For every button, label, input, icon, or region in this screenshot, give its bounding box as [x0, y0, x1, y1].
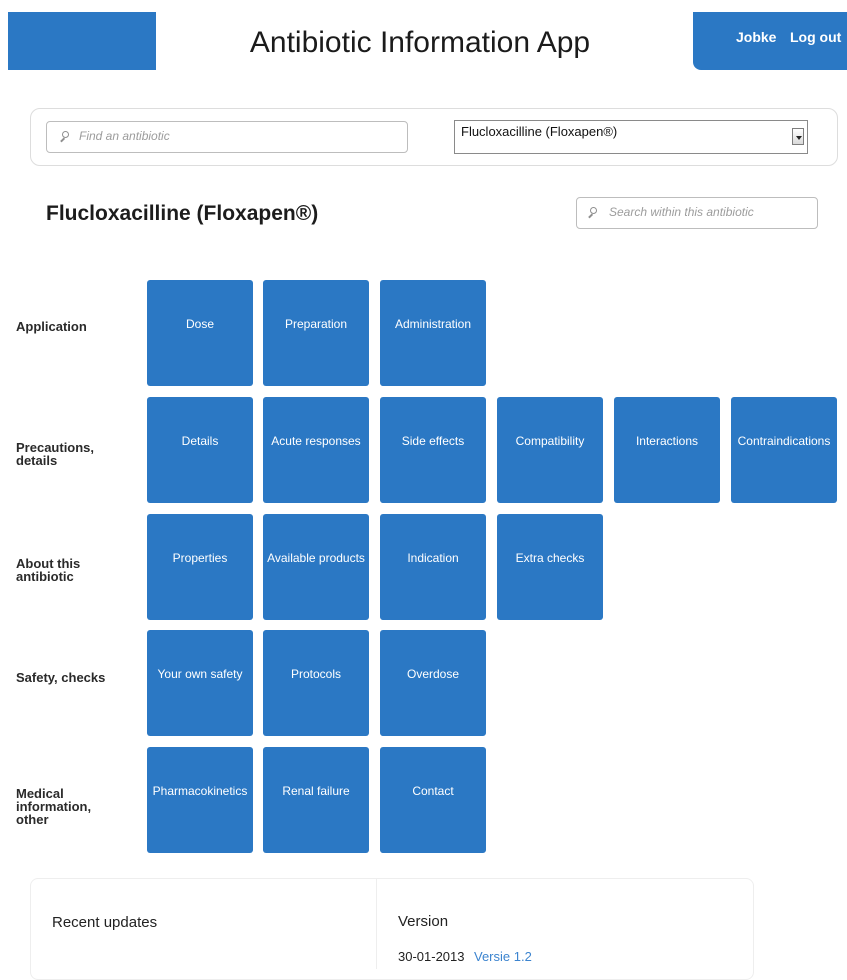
version-title: Version — [398, 913, 449, 930]
tile-details[interactable]: Details — [147, 397, 253, 503]
tile-protocols[interactable]: Protocols — [263, 630, 369, 736]
search-icon — [60, 131, 70, 141]
category-label-application: Application — [16, 319, 87, 334]
tile-contraindications[interactable]: Contraindications — [731, 397, 837, 503]
find-antibiotic-placeholder: Find an antibiotic — [79, 129, 170, 143]
user-menu-block: Jobke Log out — [693, 12, 847, 70]
user-name-link[interactable]: Jobke — [736, 29, 776, 45]
footer-divider — [376, 878, 377, 969]
tile-interactions[interactable]: Interactions — [614, 397, 720, 503]
search-within-placeholder: Search within this antibiotic — [609, 205, 754, 219]
tile-side-effects[interactable]: Side effects — [380, 397, 486, 503]
recent-updates-title: Recent updates — [52, 914, 158, 931]
search-icon — [588, 207, 598, 217]
tile-contact[interactable]: Contact — [380, 747, 486, 853]
tile-your-own-safety[interactable]: Your own safety — [147, 630, 253, 736]
chevron-down-icon[interactable] — [792, 128, 804, 145]
tile-acute-responses[interactable]: Acute responses — [263, 397, 369, 503]
tile-overdose[interactable]: Overdose — [380, 630, 486, 736]
category-label-precautions: Precautions, details — [16, 440, 95, 468]
tile-preparation[interactable]: Preparation — [263, 280, 369, 386]
search-within-antibiotic-input[interactable]: Search within this antibiotic — [576, 197, 818, 229]
category-label-medical: Medical information, other — [16, 786, 92, 827]
tile-extra-checks[interactable]: Extra checks — [497, 514, 603, 620]
antibiotic-select-value: Flucloxacilline (Floxapen®) — [461, 124, 618, 139]
version-link[interactable]: Versie 1.2 — [474, 949, 532, 964]
app-title: Antibiotic Information App — [249, 26, 591, 59]
tile-dose[interactable]: Dose — [147, 280, 253, 386]
category-label-about: About this antibiotic — [16, 556, 81, 584]
tile-pharmacokinetics[interactable]: Pharmacokinetics — [147, 747, 253, 853]
version-date: 30-01-2013 — [398, 949, 465, 964]
tile-indication[interactable]: Indication — [380, 514, 486, 620]
logout-link[interactable]: Log out — [790, 29, 841, 45]
tile-available-products[interactable]: Available products — [263, 514, 369, 620]
page-title: Flucloxacilline (Floxapen®) — [46, 202, 319, 225]
tile-administration[interactable]: Administration — [380, 280, 486, 386]
category-label-safety: Safety, checks — [16, 670, 106, 685]
tile-compatibility[interactable]: Compatibility — [497, 397, 603, 503]
find-antibiotic-input[interactable]: Find an antibiotic — [46, 121, 408, 153]
antibiotic-select[interactable]: Flucloxacilline (Floxapen®) — [454, 120, 808, 154]
tile-renal-failure[interactable]: Renal failure — [263, 747, 369, 853]
header-left-block — [8, 12, 156, 70]
tile-properties[interactable]: Properties — [147, 514, 253, 620]
